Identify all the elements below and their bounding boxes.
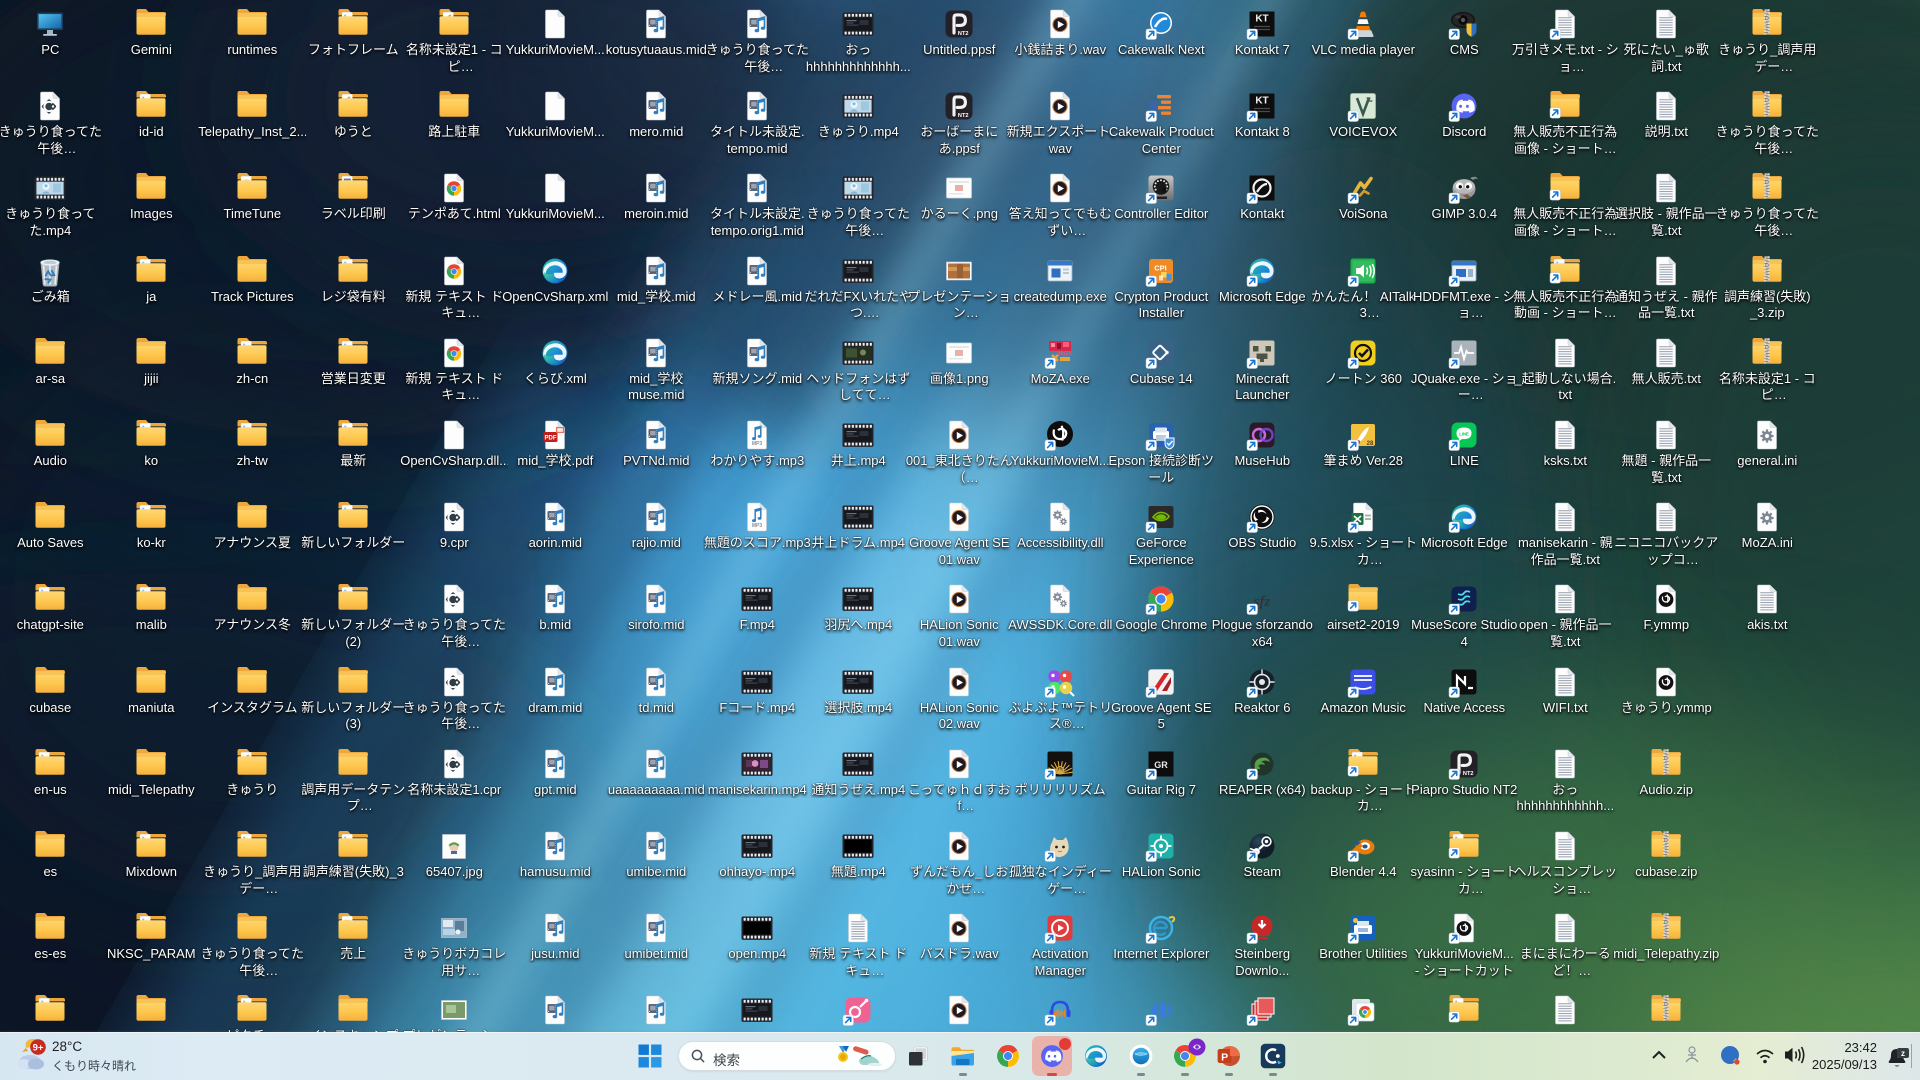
svg-text:z: z [1901,1049,1905,1058]
svg-text:P: P [1221,1051,1228,1063]
svg-text:9+: 9+ [33,1042,44,1053]
